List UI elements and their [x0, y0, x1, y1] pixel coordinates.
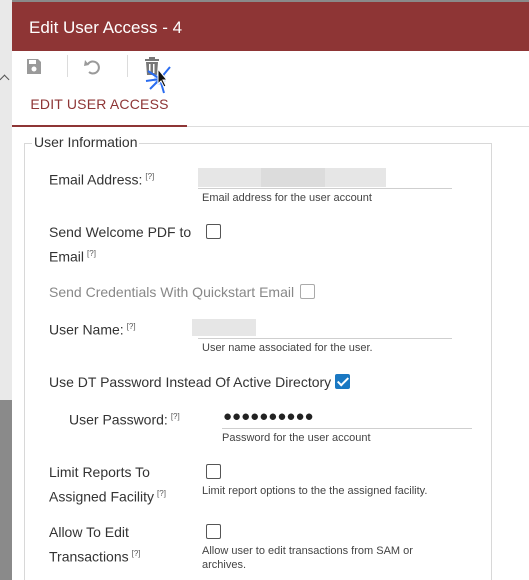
section-legend: User Information [32, 134, 140, 150]
user-password-underline [222, 428, 472, 429]
limit-reports-hint: Limit report options to the the assigned… [202, 485, 428, 497]
save-button[interactable] [14, 55, 54, 79]
email-hint: Email address for the user account [202, 192, 372, 204]
toolbar-divider [67, 55, 68, 77]
email-label: Email Address: [?] [49, 171, 155, 188]
dialog-title: Edit User Access - 4 [12, 2, 529, 51]
help-icon[interactable]: [?] [145, 172, 154, 181]
send-welcome-checkbox[interactable] [206, 224, 221, 239]
user-name-input[interactable] [192, 319, 256, 336]
help-icon[interactable]: [?] [171, 412, 180, 421]
help-icon[interactable]: [?] [132, 549, 141, 558]
toolbar-divider [127, 55, 128, 77]
user-information-section [24, 143, 492, 580]
help-icon[interactable]: [?] [127, 322, 136, 331]
user-password-label: User Password: [?] [69, 411, 180, 428]
floppy-disk-icon [27, 59, 41, 74]
user-password-input[interactable]: ●●●●●●●●●● [223, 408, 314, 425]
edit-user-access-dialog: Edit User Access - 4 EDIT USER ACCESS Us… [12, 2, 529, 580]
background-panel [0, 0, 12, 580]
user-password-hint: Password for the user account [222, 432, 371, 444]
allow-edit-label-line2: Transactions [?] [49, 548, 141, 565]
help-icon[interactable]: [?] [157, 489, 166, 498]
send-welcome-label-line1: Send Welcome PDF to [49, 224, 192, 240]
help-icon[interactable]: [?] [87, 249, 96, 258]
tab-edit-user-access[interactable]: EDIT USER ACCESS [12, 81, 187, 127]
send-credentials-checkbox[interactable] [300, 284, 315, 299]
chevron-up-icon [0, 74, 10, 85]
use-dt-password-checkbox[interactable] [335, 374, 350, 389]
background-overlay [0, 400, 12, 580]
user-name-hint: User name associated for the user. [202, 342, 373, 354]
tab-bar: EDIT USER ACCESS [12, 81, 529, 127]
undo-button[interactable] [73, 55, 113, 79]
allow-edit-label-line1: Allow To Edit [49, 524, 129, 540]
allow-edit-checkbox[interactable] [206, 524, 221, 539]
limit-reports-label-line1: Limit Reports To [49, 464, 150, 480]
user-name-label: User Name: [?] [49, 321, 136, 338]
limit-reports-checkbox[interactable] [206, 464, 221, 479]
use-dt-password-label: Use DT Password Instead Of Active Direct… [49, 374, 332, 390]
toolbar [12, 51, 529, 94]
allow-edit-hint-line2: archives. [202, 559, 247, 571]
allow-edit-hint-line1: Allow user to edit transactions from SAM… [202, 545, 413, 557]
limit-reports-label-line2: Assigned Facility [?] [49, 488, 166, 505]
undo-icon [84, 60, 100, 75]
user-name-underline [198, 338, 452, 339]
email-underline [198, 188, 452, 189]
email-input-redacted [261, 168, 325, 187]
send-welcome-label-line2: Email [?] [49, 248, 96, 265]
send-credentials-label: Send Credentials With Quickstart Email [49, 284, 295, 300]
